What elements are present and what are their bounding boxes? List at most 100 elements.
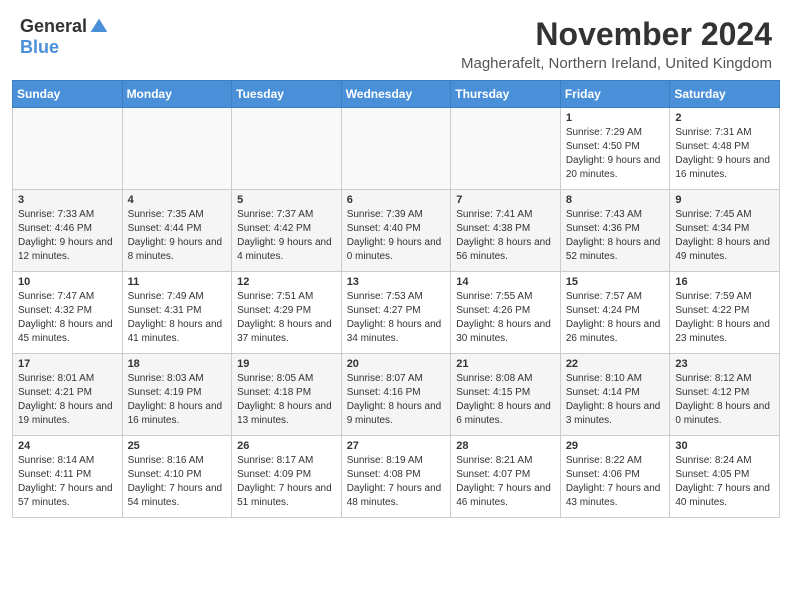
day-info: Sunrise: 7:59 AM Sunset: 4:22 PM Dayligh… [675,290,774,346]
day-info: Sunrise: 8:21 AM Sunset: 4:07 PM Dayligh… [456,454,555,510]
day-number: 21 [456,358,555,370]
day-info: Sunrise: 7:55 AM Sunset: 4:26 PM Dayligh… [456,290,555,346]
title-area: November 2024 Magherafelt, Northern Irel… [461,16,772,72]
day-number: 11 [128,276,227,288]
calendar-cell: 10 Sunrise: 7:47 AM Sunset: 4:32 PM Dayli… [13,272,123,354]
calendar-cell: 11 Sunrise: 7:49 AM Sunset: 4:31 PM Dayli… [122,272,232,354]
calendar-cell: 2 Sunrise: 7:31 AM Sunset: 4:48 PM Daylig… [670,108,780,190]
day-info: Sunrise: 7:39 AM Sunset: 4:40 PM Dayligh… [347,208,446,264]
week-row-4: 17 Sunrise: 8:01 AM Sunset: 4:21 PM Dayli… [13,354,780,436]
day-number: 30 [675,440,774,452]
day-info: Sunrise: 7:37 AM Sunset: 4:42 PM Dayligh… [237,208,336,264]
day-info: Sunrise: 8:10 AM Sunset: 4:14 PM Dayligh… [566,372,665,428]
calendar-cell: 13 Sunrise: 7:53 AM Sunset: 4:27 PM Dayli… [341,272,451,354]
calendar-body: 1 Sunrise: 7:29 AM Sunset: 4:50 PM Daylig… [13,108,780,518]
day-number: 1 [566,112,665,124]
header-row: SundayMondayTuesdayWednesdayThursdayFrid… [13,81,780,108]
day-number: 3 [18,194,117,206]
day-info: Sunrise: 7:51 AM Sunset: 4:29 PM Dayligh… [237,290,336,346]
logo: General Blue [20,16,109,58]
calendar-table: SundayMondayTuesdayWednesdayThursdayFrid… [12,80,780,518]
day-info: Sunrise: 8:22 AM Sunset: 4:06 PM Dayligh… [566,454,665,510]
day-info: Sunrise: 7:41 AM Sunset: 4:38 PM Dayligh… [456,208,555,264]
calendar-cell: 21 Sunrise: 8:08 AM Sunset: 4:15 PM Dayli… [451,354,561,436]
day-number: 10 [18,276,117,288]
calendar-cell: 20Sunrise: 8:07 AM Sunset: 4:16 PM Dayli… [341,354,451,436]
calendar-cell: 6 Sunrise: 7:39 AM Sunset: 4:40 PM Daylig… [341,190,451,272]
day-number: 2 [675,112,774,124]
day-number: 7 [456,194,555,206]
calendar-cell [13,108,123,190]
day-number: 14 [456,276,555,288]
day-number: 8 [566,194,665,206]
calendar-cell: 12Sunrise: 7:51 AM Sunset: 4:29 PM Dayli… [232,272,342,354]
week-row-5: 24 Sunrise: 8:14 AM Sunset: 4:11 PM Dayli… [13,436,780,518]
calendar-cell: 23 Sunrise: 8:12 AM Sunset: 4:12 PM Dayli… [670,354,780,436]
day-info: Sunrise: 7:31 AM Sunset: 4:48 PM Dayligh… [675,126,774,182]
day-info: Sunrise: 8:17 AM Sunset: 4:09 PM Dayligh… [237,454,336,510]
col-header-friday: Friday [560,81,670,108]
day-number: 24 [18,440,117,452]
calendar-cell: 30Sunrise: 8:24 AM Sunset: 4:05 PM Dayli… [670,436,780,518]
calendar-cell: 27 Sunrise: 8:19 AM Sunset: 4:08 PM Dayli… [341,436,451,518]
day-number: 22 [566,358,665,370]
calendar-cell: 8Sunrise: 7:43 AM Sunset: 4:36 PM Daylig… [560,190,670,272]
calendar-cell: 28 Sunrise: 8:21 AM Sunset: 4:07 PM Dayli… [451,436,561,518]
calendar-cell [232,108,342,190]
day-info: Sunrise: 7:33 AM Sunset: 4:46 PM Dayligh… [18,208,117,264]
calendar-cell: 26Sunrise: 8:17 AM Sunset: 4:09 PM Dayli… [232,436,342,518]
location-title: Magherafelt, Northern Ireland, United Ki… [461,55,772,72]
calendar-cell: 4 Sunrise: 7:35 AM Sunset: 4:44 PM Daylig… [122,190,232,272]
day-info: Sunrise: 8:16 AM Sunset: 4:10 PM Dayligh… [128,454,227,510]
header: General Blue November 2024 Magherafelt, … [0,0,792,80]
calendar-cell [451,108,561,190]
day-info: Sunrise: 8:03 AM Sunset: 4:19 PM Dayligh… [128,372,227,428]
calendar-cell: 7 Sunrise: 7:41 AM Sunset: 4:38 PM Daylig… [451,190,561,272]
logo-blue-text: Blue [20,37,59,58]
day-info: Sunrise: 7:47 AM Sunset: 4:32 PM Dayligh… [18,290,117,346]
calendar-header: SundayMondayTuesdayWednesdayThursdayFrid… [13,81,780,108]
col-header-saturday: Saturday [670,81,780,108]
day-info: Sunrise: 8:14 AM Sunset: 4:11 PM Dayligh… [18,454,117,510]
day-number: 19 [237,358,336,370]
day-number: 27 [347,440,446,452]
calendar-cell [341,108,451,190]
day-info: Sunrise: 7:49 AM Sunset: 4:31 PM Dayligh… [128,290,227,346]
day-number: 17 [18,358,117,370]
day-info: Sunrise: 8:05 AM Sunset: 4:18 PM Dayligh… [237,372,336,428]
day-info: Sunrise: 8:08 AM Sunset: 4:15 PM Dayligh… [456,372,555,428]
day-number: 18 [128,358,227,370]
day-number: 13 [347,276,446,288]
calendar-wrapper: SundayMondayTuesdayWednesdayThursdayFrid… [0,80,792,530]
col-header-wednesday: Wednesday [341,81,451,108]
day-number: 25 [128,440,227,452]
day-info: Sunrise: 7:57 AM Sunset: 4:24 PM Dayligh… [566,290,665,346]
calendar-cell: 3 Sunrise: 7:33 AM Sunset: 4:46 PM Daylig… [13,190,123,272]
day-info: Sunrise: 8:12 AM Sunset: 4:12 PM Dayligh… [675,372,774,428]
logo-general-text: General [20,16,87,37]
day-number: 23 [675,358,774,370]
day-info: Sunrise: 7:53 AM Sunset: 4:27 PM Dayligh… [347,290,446,346]
calendar-cell: 14 Sunrise: 7:55 AM Sunset: 4:26 PM Dayli… [451,272,561,354]
week-row-3: 10 Sunrise: 7:47 AM Sunset: 4:32 PM Dayli… [13,272,780,354]
day-number: 29 [566,440,665,452]
logo-icon [89,17,109,37]
col-header-monday: Monday [122,81,232,108]
calendar-cell: 17 Sunrise: 8:01 AM Sunset: 4:21 PM Dayli… [13,354,123,436]
day-number: 4 [128,194,227,206]
day-info: Sunrise: 7:29 AM Sunset: 4:50 PM Dayligh… [566,126,665,182]
day-number: 28 [456,440,555,452]
calendar-cell: 5Sunrise: 7:37 AM Sunset: 4:42 PM Daylig… [232,190,342,272]
calendar-cell [122,108,232,190]
col-header-tuesday: Tuesday [232,81,342,108]
day-info: Sunrise: 8:19 AM Sunset: 4:08 PM Dayligh… [347,454,446,510]
col-header-sunday: Sunday [13,81,123,108]
day-number: 9 [675,194,774,206]
calendar-cell: 15Sunrise: 7:57 AM Sunset: 4:24 PM Dayli… [560,272,670,354]
calendar-cell: 18 Sunrise: 8:03 AM Sunset: 4:19 PM Dayli… [122,354,232,436]
calendar-cell: 22 Sunrise: 8:10 AM Sunset: 4:14 PM Dayli… [560,354,670,436]
calendar-cell: 16Sunrise: 7:59 AM Sunset: 4:22 PM Dayli… [670,272,780,354]
day-info: Sunrise: 7:35 AM Sunset: 4:44 PM Dayligh… [128,208,227,264]
day-info: Sunrise: 8:01 AM Sunset: 4:21 PM Dayligh… [18,372,117,428]
day-number: 6 [347,194,446,206]
